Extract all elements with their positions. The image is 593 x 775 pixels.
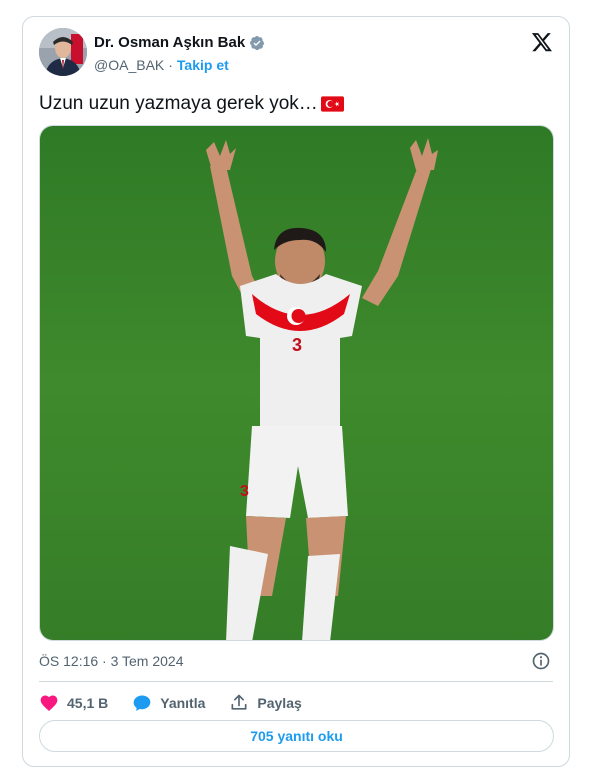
divider: [39, 681, 553, 682]
heart-icon: [40, 695, 58, 711]
author-name-row: Dr. Osman Aşkın Bak: [94, 34, 265, 51]
verified-badge-icon: [250, 35, 265, 50]
football-player-photo: 3 3: [40, 126, 553, 640]
turkish-flag-icon: [320, 96, 344, 112]
tweet-media-photo[interactable]: 3 3: [39, 125, 554, 641]
tweet-actions: 45,1 B Yanıtla Paylaş: [39, 691, 326, 715]
follow-link[interactable]: Takip et: [177, 57, 229, 73]
author-handle[interactable]: @OA_BAK: [94, 57, 164, 73]
share-icon: [231, 694, 247, 710]
svg-text:3: 3: [292, 335, 302, 355]
x-logo-icon[interactable]: [531, 31, 553, 53]
read-replies-button[interactable]: 705 yanıtı oku: [39, 720, 554, 752]
reply-bubble-icon: [133, 695, 151, 711]
like-count: 45,1 B: [67, 695, 109, 711]
like-button[interactable]: 45,1 B: [39, 693, 108, 713]
tweet-text: Uzun uzun yazmaya gerek yok…: [39, 93, 318, 114]
svg-text:3: 3: [240, 483, 249, 500]
author-handle-row: @OA_BAK · Takip et: [94, 57, 229, 73]
separator-dot: ·: [168, 57, 173, 73]
reply-button[interactable]: Yanıtla: [132, 693, 205, 713]
author-display-name[interactable]: Dr. Osman Aşkın Bak: [94, 34, 245, 51]
reply-label: Yanıtla: [160, 695, 206, 711]
tweet-text-row: Uzun uzun yazmaya gerek yok…: [39, 93, 344, 115]
tweet-card: Dr. Osman Aşkın Bak @OA_BAK · Takip et U…: [22, 16, 570, 767]
share-button[interactable]: Paylaş: [229, 693, 302, 713]
info-icon[interactable]: [531, 651, 551, 671]
avatar[interactable]: [39, 28, 87, 76]
share-label: Paylaş: [257, 695, 302, 711]
avatar-image: [39, 28, 87, 76]
tweet-timestamp[interactable]: ÖS 12:16 · 3 Tem 2024: [39, 653, 184, 669]
